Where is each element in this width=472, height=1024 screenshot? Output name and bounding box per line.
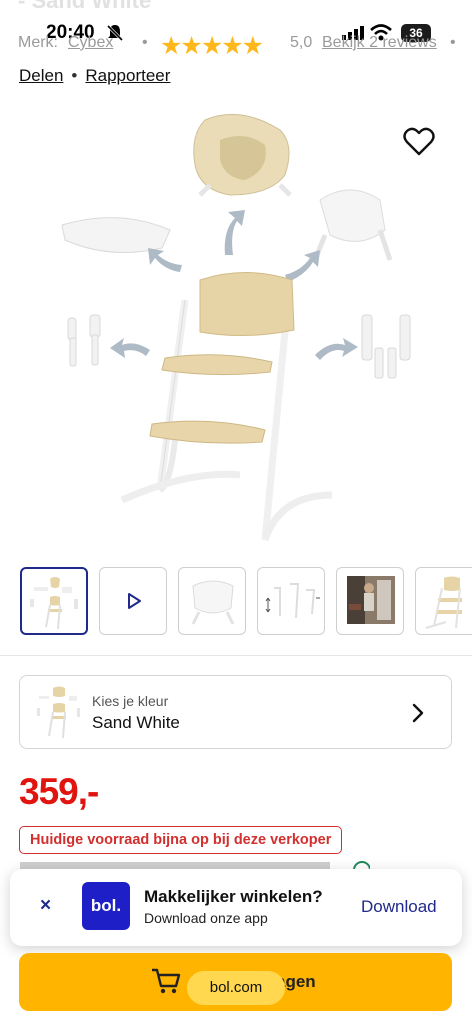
wishlist-heart-icon[interactable] <box>402 126 436 158</box>
thumbnail-strip <box>20 567 472 635</box>
download-app-button[interactable]: Download <box>361 897 437 917</box>
tray <box>61 217 171 253</box>
thumbnail-highchair-set <box>30 577 78 630</box>
leg-extenders <box>361 314 411 379</box>
app-download-banner: × bol. Makkelijker winkelen? Download on… <box>10 869 462 946</box>
section-divider <box>0 655 472 656</box>
selected-color: Sand White <box>92 713 180 732</box>
share-report-row: Delen • Rapporteer <box>19 66 170 86</box>
product-meta-row: Merk: Cybex • ★★★★★ 5,0 Bekijk 2 reviews… <box>18 32 458 60</box>
thumbnail-video[interactable] <box>99 567 167 635</box>
thumbnail-image[interactable] <box>178 567 246 635</box>
stock-warning-badge: Huidige voorraad bijna op bij deze verko… <box>19 826 343 854</box>
color-prompt: Kies je kleur <box>92 693 169 709</box>
rating-value: 5,0 <box>290 34 313 51</box>
chevron-right-icon <box>412 703 424 723</box>
separator-dot: • <box>71 66 78 85</box>
product-title-peek: - Sand White <box>18 0 152 13</box>
banner-title: Makkelijker winkelen? <box>144 887 323 906</box>
close-icon[interactable]: × <box>40 895 51 917</box>
thumbnail-adjustments <box>265 583 320 619</box>
share-link[interactable]: Delen <box>19 66 63 85</box>
brand-link[interactable]: Cybex <box>68 34 113 52</box>
report-link[interactable]: Rapporteer <box>85 66 170 85</box>
cart-icon <box>152 968 181 994</box>
thumbnail-image[interactable] <box>20 567 88 635</box>
browser-url-pill[interactable]: bol.com <box>187 971 285 1005</box>
separator-dot: • <box>142 34 148 51</box>
product-main-image[interactable] <box>40 100 430 550</box>
highchair <box>120 272 333 542</box>
thumbnail-lifestyle <box>347 576 395 624</box>
thumbnail-image[interactable] <box>415 567 472 635</box>
junior-seat <box>312 189 393 261</box>
side-clamps <box>67 314 101 367</box>
separator-dot: • <box>450 34 456 51</box>
bol-logo: bol. <box>82 882 130 930</box>
brand-label: Merk: <box>18 34 58 51</box>
thumbnail-chair <box>425 576 462 629</box>
product-price: 359,- <box>19 771 99 812</box>
rating-stars: ★★★★★ <box>160 32 264 60</box>
thumbnail-image[interactable] <box>257 567 325 635</box>
play-icon <box>128 593 141 609</box>
color-thumbnail <box>37 686 80 739</box>
thumbnail-baby-seat <box>191 580 235 625</box>
newborn-seat <box>193 113 292 197</box>
thumbnail-image[interactable] <box>336 567 404 635</box>
banner-subtitle: Download onze app <box>144 910 268 926</box>
reviews-link[interactable]: Bekijk 2 reviews <box>322 34 437 52</box>
color-selector[interactable]: Kies je kleur Sand White <box>19 675 452 749</box>
